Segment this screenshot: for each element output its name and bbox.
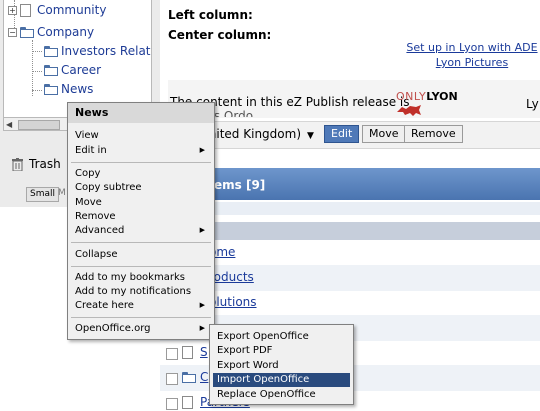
submenu-arrow-icon: ▶ [199,324,205,332]
expand-icon[interactable]: + [8,6,17,15]
folder-icon [182,372,197,383]
folder-icon [44,65,59,76]
size-small-button[interactable]: Small [26,187,59,202]
menu-item-move[interactable]: Move [75,196,207,209]
list-column-header [160,222,540,240]
menu-item-edit-in[interactable]: Edit in ▶ [75,144,207,157]
submenu-item-export-pdf[interactable]: Export PDF [213,344,350,358]
submenu-item-export-openoffice[interactable]: Export OpenOffice [213,330,350,344]
list-item-link[interactable]: olutions [209,295,257,309]
context-menu-title-text: News [75,106,109,119]
row-checkbox[interactable] [166,348,178,360]
collapse-icon[interactable]: − [8,28,17,37]
lion-icon [397,105,421,116]
folder-icon [44,46,59,57]
tree-item-company[interactable]: − Company [4,24,151,41]
menu-item-advanced[interactable]: Advanced ▶ [75,224,207,237]
tree-item-label: News [61,82,94,96]
lyon-link-line2: Lyon Pictures [435,56,509,69]
page-icon [20,4,31,17]
onlylyon-logo: ONLYLYON [396,90,484,116]
menu-item-openoffice[interactable]: OpenOffice.org ▶ [75,322,207,335]
scroll-left-icon[interactable]: ◀ [6,120,12,129]
menu-item-label: OpenOffice.org [75,323,151,334]
menu-item-label: Create here [75,300,134,311]
tree-item-career[interactable]: Career [4,62,151,79]
tree-item-news[interactable]: News [4,81,151,98]
size-medium-button[interactable]: M [58,188,66,198]
context-menu: News View Edit in ▶ Copy Copy subtree Mo… [67,102,215,340]
menu-separator [71,242,211,243]
menu-item-collapse[interactable]: Collapse [75,248,207,261]
list-item-link[interactable]: S [200,345,208,359]
tree-item-label: Career [61,63,102,77]
chevron-down-icon: ▼ [307,131,314,141]
tree-item-label: Company [37,25,95,39]
menu-item-view[interactable]: View [75,129,207,142]
menu-item-add-notifications[interactable]: Add to my notifications [75,285,207,298]
left-column-label: Left column: [168,8,253,22]
cut-off-text: Ly [526,97,539,111]
menu-item-remove[interactable]: Remove [75,210,207,223]
trash-icon [12,158,23,171]
menu-item-label: Edit in [75,145,107,156]
list-item[interactable]: roducts [160,265,540,291]
list-item[interactable]: olutions [160,290,540,316]
tree-item-community[interactable]: + Community [4,2,151,19]
language-select-value: United Kingdom) [200,127,301,141]
sub-items-title: ems [9] [214,178,266,192]
menu-item-copy-subtree[interactable]: Copy subtree [75,181,207,194]
tree-item-label: Investors Relati [61,44,152,58]
center-column-label: Center column: [168,28,272,42]
menu-item-add-bookmarks[interactable]: Add to my bookmarks [75,271,207,284]
tree-item-label: Community [37,3,107,17]
page-icon [182,346,193,359]
sub-items-header: ems [9] [160,168,540,200]
move-button[interactable]: Move [362,125,406,143]
openoffice-submenu: Export OpenOffice Export PDF Export Word… [209,324,354,405]
submenu-arrow-icon: ▶ [199,146,205,154]
sub-items-controls [160,202,540,215]
submenu-arrow-icon: ▶ [199,226,205,234]
lyon-link[interactable]: Set up in Lyon with ADE Lyon Pictures [402,40,540,70]
row-checkbox[interactable] [166,398,178,410]
tree-item-investors-relations[interactable]: Investors Relati [4,43,151,60]
menu-item-create-here[interactable]: Create here ▶ [75,299,207,312]
submenu-arrow-icon: ▶ [199,301,205,309]
list-item[interactable]: ome [160,240,540,266]
remove-button[interactable]: Remove [404,125,463,143]
logo-only-text: ONLY [396,90,427,103]
menu-item-label: Advanced [75,225,125,236]
submenu-item-export-word[interactable]: Export Word [213,359,350,373]
content-tree: + Community − Company Investors Relati C… [3,0,152,118]
language-select[interactable]: United Kingdom) ▼ [200,127,314,141]
lyon-link-line1: Set up in Lyon with ADE [406,41,538,54]
menu-item-copy[interactable]: Copy [75,167,207,180]
menu-separator [71,317,211,318]
list-item-link[interactable]: C [200,370,208,384]
context-menu-title: News [68,103,214,123]
submenu-item-replace-openoffice[interactable]: Replace OpenOffice [213,388,350,402]
list-item-link[interactable]: roducts [209,270,254,284]
logo-lyon-text: LYON [426,90,458,103]
row-checkbox[interactable] [166,373,178,385]
trash-label: Trash [29,157,61,171]
page-icon [182,396,193,409]
edit-button[interactable]: Edit [324,125,360,143]
menu-separator [71,162,211,163]
folder-icon [20,27,35,38]
folder-icon [44,84,59,95]
menu-separator [71,266,211,267]
scrollbar-thumb[interactable] [18,120,60,130]
submenu-item-import-openoffice[interactable]: Import OpenOffice [213,373,350,387]
